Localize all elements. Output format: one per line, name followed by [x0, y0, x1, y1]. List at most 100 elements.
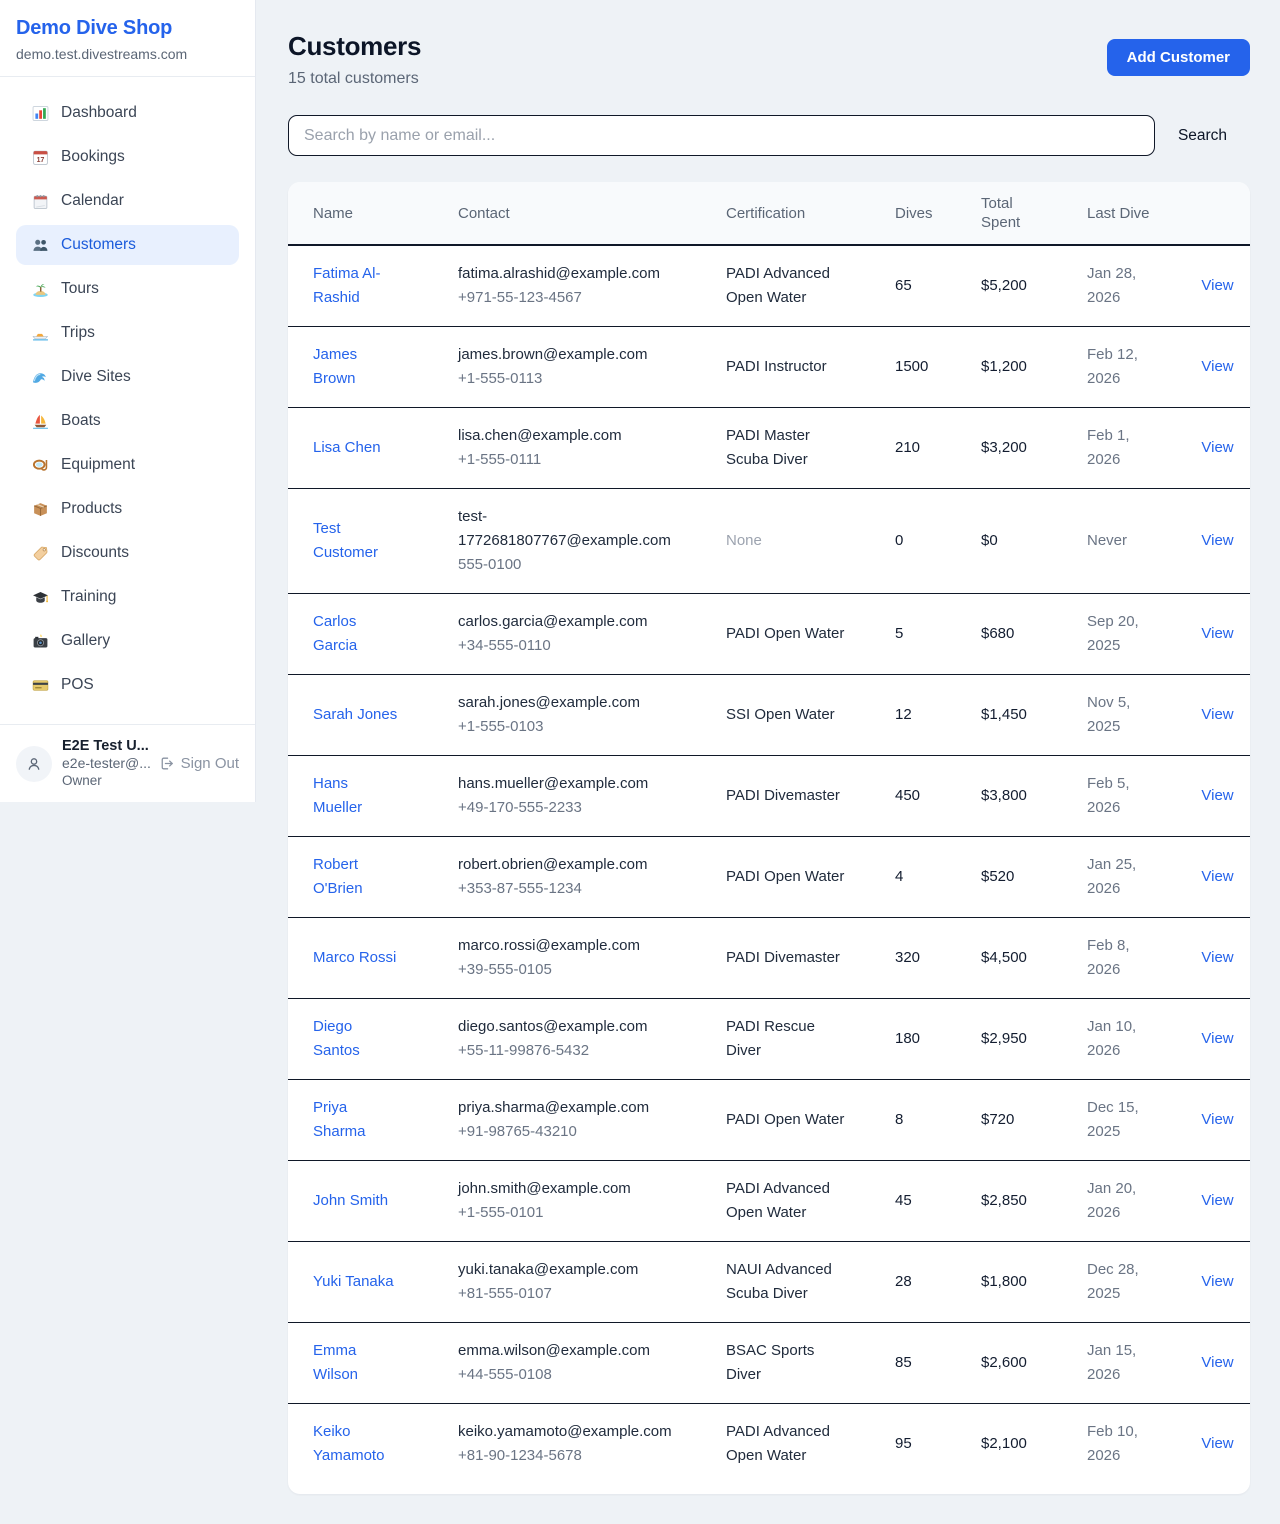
search-input[interactable] [288, 115, 1155, 156]
view-customer-link[interactable]: View [1201, 1273, 1233, 1290]
user-name: E2E Test U... [62, 738, 148, 755]
sidebar-item-calendar[interactable]: Calendar [16, 181, 239, 221]
customer-email: keiko.yamamoto@example.com [458, 1420, 666, 1444]
view-customer-link[interactable]: View [1201, 625, 1233, 642]
customer-name-link[interactable]: John Smith [313, 1189, 388, 1213]
sidebar-item-tours[interactable]: Tours [16, 269, 239, 309]
add-customer-button[interactable]: Add Customer [1107, 39, 1250, 76]
customer-contact-cell: james.brown@example.com +1-555-0113 [433, 327, 701, 408]
customer-total-spent: $1,200 [956, 327, 1062, 408]
customer-email: sarah.jones@example.com [458, 691, 666, 715]
sidebar-item-pos[interactable]: POS [16, 665, 239, 705]
customer-row: Fatima Al-Rashid fatima.alrashid@example… [288, 245, 1250, 327]
bookings-calendar-icon: 17 [30, 148, 50, 166]
customer-total-spent: $4,500 [956, 918, 1062, 999]
customer-email: test-1772681807767@example.com [458, 505, 666, 553]
svg-text:17: 17 [36, 156, 44, 163]
search-button[interactable]: Search [1155, 127, 1250, 145]
customer-name-link[interactable]: Test Customer [313, 517, 400, 565]
customer-name-link[interactable]: Marco Rossi [313, 946, 396, 970]
table-header: Name Contact Certification Dives Total S… [288, 182, 1250, 245]
customer-email: marco.rossi@example.com [458, 934, 666, 958]
customer-phone: +49-170-555-2233 [458, 796, 693, 820]
customer-certification: PADI Open Water [726, 865, 844, 889]
sidebar-item-bookings[interactable]: 17 Bookings [16, 137, 239, 177]
customer-email: diego.santos@example.com [458, 1015, 666, 1039]
customer-name-link[interactable]: Yuki Tanaka [313, 1270, 394, 1294]
sidebar-item-dive-sites[interactable]: Dive Sites [16, 357, 239, 397]
view-customer-link[interactable]: View [1201, 1192, 1233, 1209]
customer-email: fatima.alrashid@example.com [458, 262, 666, 286]
camera-flash-icon [30, 632, 50, 650]
customer-phone: +81-90-1234-5678 [458, 1444, 693, 1468]
sidebar-item-customers[interactable]: Customers [16, 225, 239, 265]
customer-name-link[interactable]: Keiko Yamamoto [313, 1420, 400, 1468]
view-customer-link[interactable]: View [1201, 706, 1233, 723]
customer-row: Sarah Jones sarah.jones@example.com +1-5… [288, 675, 1250, 756]
customer-name-link[interactable]: Priya Sharma [313, 1096, 400, 1144]
col-header-name: Name [288, 182, 433, 245]
view-customer-link[interactable]: View [1201, 1111, 1233, 1128]
customer-name-link[interactable]: Lisa Chen [313, 436, 381, 460]
island-icon [30, 280, 50, 298]
customer-certification: PADI Open Water [726, 622, 844, 646]
customer-last-dive: Dec 28, 2025 [1062, 1242, 1168, 1323]
sidebar-item-discounts[interactable]: Discounts [16, 533, 239, 573]
customer-total-spent: $3,800 [956, 756, 1062, 837]
view-customer-link[interactable]: View [1201, 1435, 1233, 1452]
view-customer-link[interactable]: View [1201, 1354, 1233, 1371]
sidebar-item-trips[interactable]: Trips [16, 313, 239, 353]
view-customer-link[interactable]: View [1201, 439, 1233, 456]
view-customer-link[interactable]: View [1201, 787, 1233, 804]
package-icon [30, 500, 50, 518]
customer-contact-cell: emma.wilson@example.com +44-555-0108 [433, 1323, 701, 1404]
col-header-last-dive: Last Dive [1062, 182, 1168, 245]
customer-certification: PADI Open Water [726, 1108, 844, 1132]
sidebar-item-training[interactable]: Training [16, 577, 239, 617]
customer-contact-cell: yuki.tanaka@example.com +81-555-0107 [433, 1242, 701, 1323]
customer-name-link[interactable]: Sarah Jones [313, 703, 397, 727]
customer-contact-cell: fatima.alrashid@example.com +971-55-123-… [433, 245, 701, 327]
customer-name-link[interactable]: Fatima Al-Rashid [313, 262, 400, 310]
customer-last-dive: Jan 28, 2026 [1062, 245, 1168, 327]
customer-certification: None [726, 529, 762, 553]
customer-name-link[interactable]: Emma Wilson [313, 1339, 400, 1387]
view-customer-link[interactable]: View [1201, 277, 1233, 294]
customer-certification: PADI Divemaster [726, 784, 840, 808]
customer-total-spent: $520 [956, 837, 1062, 918]
brand: Demo Dive Shop demo.test.divestreams.com [0, 0, 255, 77]
customer-name-link[interactable]: Robert O'Brien [313, 853, 400, 901]
customer-contact-cell: carlos.garcia@example.com +34-555-0110 [433, 594, 701, 675]
customer-row: James Brown james.brown@example.com +1-5… [288, 327, 1250, 408]
view-customer-link[interactable]: View [1201, 1030, 1233, 1047]
view-customer-link[interactable]: View [1201, 868, 1233, 885]
view-customer-link[interactable]: View [1201, 949, 1233, 966]
customer-row: Emma Wilson emma.wilson@example.com +44-… [288, 1323, 1250, 1404]
sidebar-item-dashboard[interactable]: Dashboard [16, 93, 239, 133]
sign-out-icon [158, 755, 175, 772]
customer-dives: 0 [870, 489, 956, 594]
customer-last-dive: Jan 20, 2026 [1062, 1161, 1168, 1242]
customer-contact-cell: sarah.jones@example.com +1-555-0103 [433, 675, 701, 756]
sign-out-button[interactable]: Sign Out [158, 755, 239, 772]
customer-contact-cell: lisa.chen@example.com +1-555-0111 [433, 408, 701, 489]
customer-last-dive: Feb 5, 2026 [1062, 756, 1168, 837]
view-customer-link[interactable]: View [1201, 532, 1233, 549]
customer-dives: 4 [870, 837, 956, 918]
customer-last-dive: Feb 10, 2026 [1062, 1404, 1168, 1485]
shop-domain: demo.test.divestreams.com [16, 46, 239, 62]
customer-last-dive: Jan 10, 2026 [1062, 999, 1168, 1080]
customer-name-link[interactable]: Diego Santos [313, 1015, 400, 1063]
view-customer-link[interactable]: View [1201, 358, 1233, 375]
sidebar-item-gallery[interactable]: Gallery [16, 621, 239, 661]
customer-name-link[interactable]: Carlos Garcia [313, 610, 400, 658]
customer-certification: BSAC Sports Diver [726, 1339, 848, 1387]
customer-name-link[interactable]: James Brown [313, 343, 400, 391]
sidebar-item-equipment[interactable]: Equipment [16, 445, 239, 485]
sidebar-item-products[interactable]: Products [16, 489, 239, 529]
customer-contact-cell: hans.mueller@example.com +49-170-555-223… [433, 756, 701, 837]
customer-name-link[interactable]: Hans Mueller [313, 772, 400, 820]
customer-last-dive: Nov 5, 2025 [1062, 675, 1168, 756]
sidebar-item-boats[interactable]: Boats [16, 401, 239, 441]
col-header-actions [1168, 182, 1250, 245]
